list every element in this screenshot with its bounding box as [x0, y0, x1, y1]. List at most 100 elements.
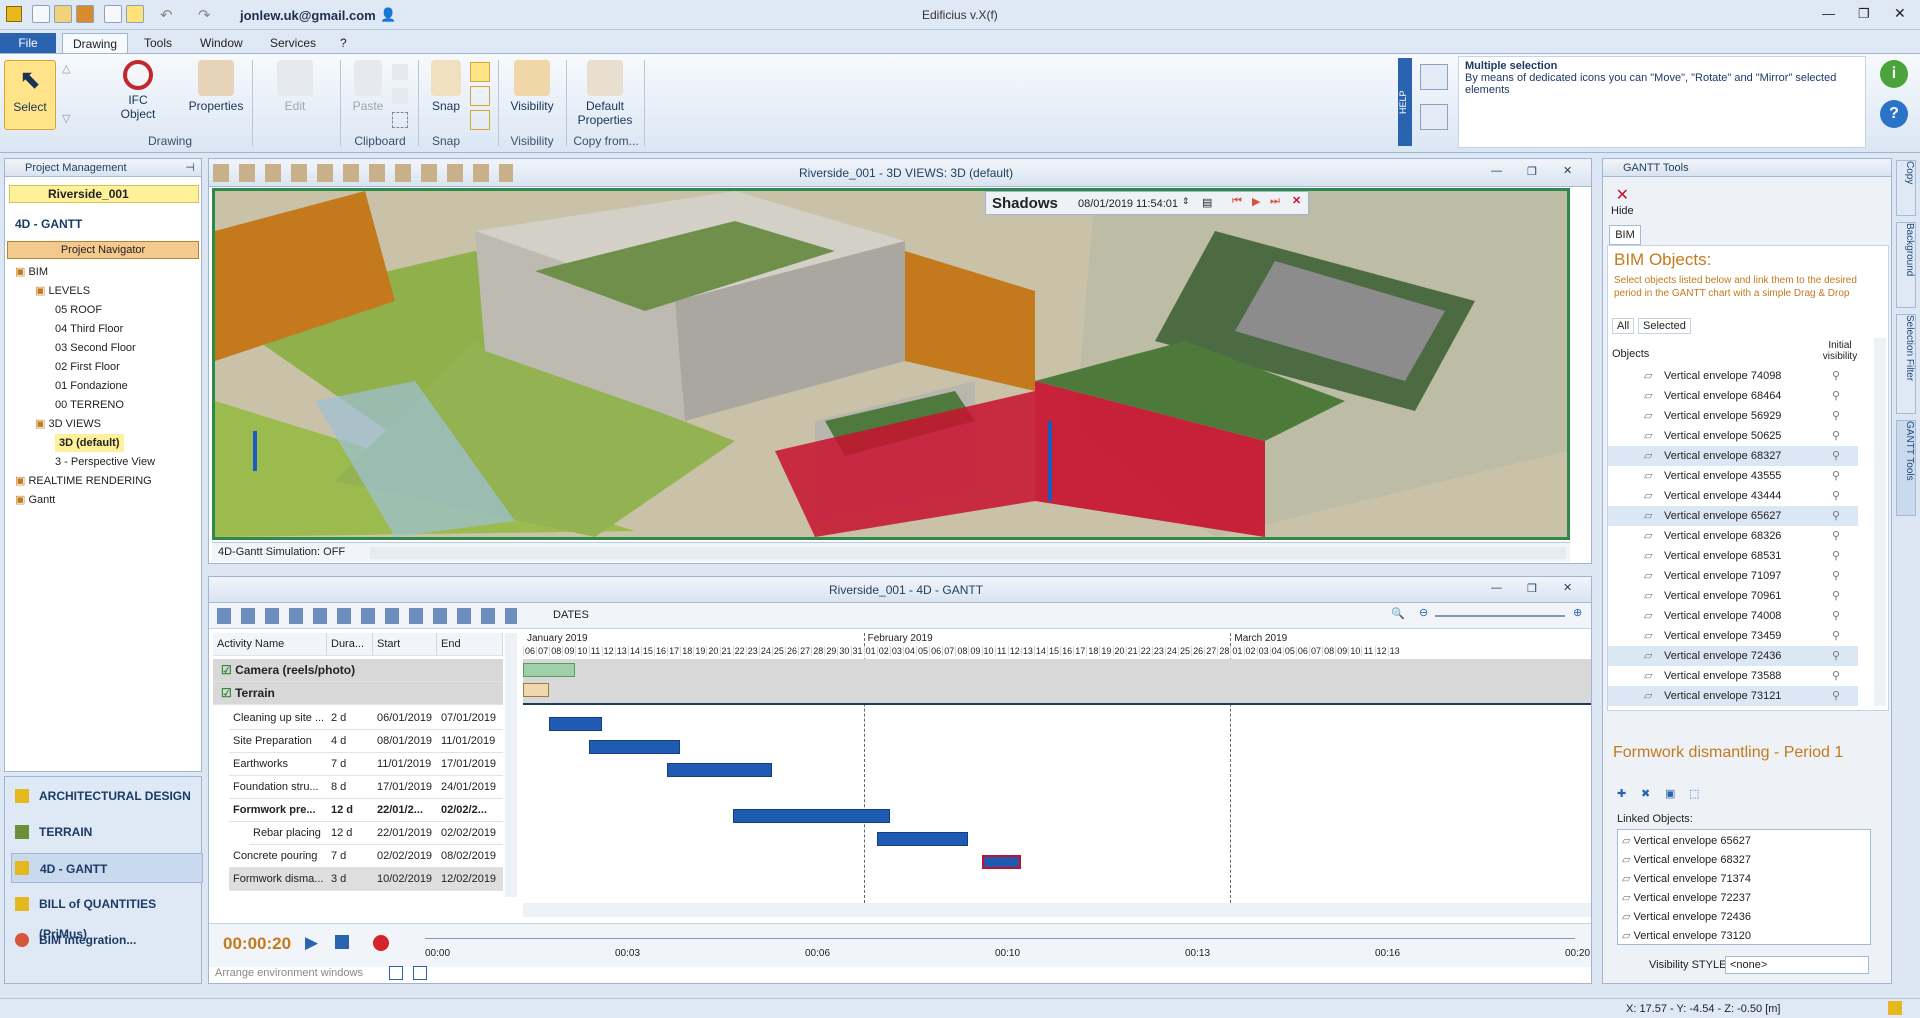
task-cell[interactable]: 7 d [327, 753, 373, 776]
help-tab[interactable]: HELP [1398, 58, 1412, 146]
vtab-gantt-tools[interactable]: GANTT Tools [1896, 420, 1916, 516]
task-cell[interactable]: 17/01/2019 [373, 776, 437, 799]
nav-bim-integration[interactable]: BIM integration... [11, 925, 203, 955]
ifc-object-button[interactable]: IFC Object [112, 60, 164, 121]
visibility-style-select[interactable]: <none> [1725, 956, 1869, 974]
task-cell[interactable]: 2 d [327, 707, 373, 730]
menu-file[interactable]: File [0, 33, 56, 53]
tree-item[interactable]: 02 First Floor [55, 358, 120, 376]
edit-button[interactable]: Edit [266, 60, 324, 113]
task-cell[interactable]: 02/02/2019 [437, 822, 503, 845]
tree-item[interactable]: ▣ Gantt [15, 491, 55, 509]
3d-viewport[interactable]: Shadows 08/01/2019 11:54:01 ⇕ ▤ ⏮ ▶ ⏭ ✕ [212, 188, 1570, 540]
nav-terrain[interactable]: TERRAIN [11, 817, 203, 847]
zoom-search-icon[interactable]: 🔍 [1391, 607, 1405, 620]
v-scrollbar[interactable] [505, 633, 517, 897]
link-select-icon[interactable]: ▣ [1665, 787, 1675, 800]
menu-window[interactable]: Window [190, 33, 253, 53]
task-cell[interactable]: Earthworks [229, 753, 327, 776]
visibility-bulb-icon[interactable]: ⚲ [1832, 626, 1840, 646]
view-restore[interactable]: ❐ [1527, 165, 1537, 178]
link-remove-icon[interactable]: ✖ [1641, 787, 1650, 800]
visibility-bulb-icon[interactable]: ⚲ [1832, 366, 1840, 386]
task-cell[interactable]: 08/02/2019 [437, 845, 503, 868]
camera-bar[interactable] [523, 663, 576, 677]
dates-dropdown[interactable]: DATES [553, 609, 589, 621]
visibility-bulb-icon[interactable]: ⚲ [1832, 646, 1840, 666]
checkbox-icon[interactable]: ☑ [221, 686, 235, 700]
tree-item[interactable]: 01 Fondazione [55, 377, 128, 395]
column-header[interactable]: Dura... [327, 633, 373, 656]
cut-icon[interactable] [392, 88, 408, 104]
tree-item[interactable]: 3D (default) [55, 434, 124, 452]
tree-item[interactable]: ▣ BIM [15, 263, 48, 281]
stop-button[interactable] [335, 935, 349, 949]
task-cell[interactable]: 12/02/2019 [437, 868, 503, 891]
checkbox-icon[interactable]: ☑ [221, 663, 235, 677]
tree-item[interactable]: ▣ REALTIME RENDERING [15, 472, 152, 490]
gantt-close[interactable]: ✕ [1563, 581, 1572, 594]
info-icon[interactable]: i [1880, 60, 1908, 88]
visibility-bulb-icon[interactable]: ⚲ [1832, 486, 1840, 506]
gantt-tool-icons[interactable] [217, 608, 517, 624]
menu-tools[interactable]: Tools [134, 33, 182, 53]
task-cell[interactable]: Formwork disma... [229, 868, 327, 891]
bim-object-row[interactable]: ▱ Vertical envelope 43555 ⚲ [1608, 466, 1858, 486]
bim-object-row[interactable]: ▱ Vertical envelope 56929 ⚲ [1608, 406, 1858, 426]
linked-object-row[interactable]: ▱ Vertical envelope 65627 [1618, 832, 1868, 851]
close-button[interactable]: ✕ [1894, 5, 1906, 22]
tree-item[interactable]: 04 Third Floor [55, 320, 123, 338]
task-cell[interactable]: Cleaning up site ... [229, 707, 327, 730]
default-properties-button[interactable]: Default Properties [572, 60, 638, 127]
redo-icon[interactable]: ↷ [198, 6, 211, 24]
open-icon[interactable] [54, 5, 72, 23]
bim-object-row[interactable]: ▱ Vertical envelope 71097 ⚲ [1608, 566, 1858, 586]
nav-architectural-design[interactable]: ARCHITECTURAL DESIGN [11, 781, 203, 811]
vtab-copy[interactable]: Copy [1896, 160, 1916, 216]
tree-item[interactable]: ▣ 3D VIEWS [35, 415, 101, 433]
linked-object-row[interactable]: ▱ Vertical envelope 73120 [1618, 927, 1868, 944]
task-cell[interactable]: 4 d [327, 730, 373, 753]
snap-endpoint-icon[interactable] [470, 62, 490, 82]
task-cell[interactable]: 12 d [327, 822, 373, 845]
objects-scrollbar[interactable] [1874, 338, 1886, 706]
bim-object-row[interactable]: ▱ Vertical envelope 73588 ⚲ [1608, 666, 1858, 686]
vtab-selection-filter[interactable]: Selection Filter [1896, 314, 1916, 414]
play-icon[interactable]: ▶ [1252, 195, 1260, 208]
user-icon[interactable]: 👤 [380, 7, 396, 23]
view-close[interactable]: ✕ [1563, 164, 1572, 177]
column-header[interactable]: Activity Name [213, 633, 327, 656]
project-name[interactable]: Riverside_001 [9, 185, 199, 203]
task-cell[interactable]: 07/01/2019 [437, 707, 503, 730]
select-all-icon[interactable] [392, 112, 408, 128]
linked-object-row[interactable]: ▱ Vertical envelope 72237 [1618, 889, 1868, 908]
record-button[interactable] [373, 935, 389, 951]
save-icon[interactable] [76, 5, 94, 23]
task-cell[interactable]: 06/01/2019 [373, 707, 437, 730]
task-cell[interactable]: 22/01/2... [373, 799, 437, 822]
bim-object-row[interactable]: ▱ Vertical envelope 43444 ⚲ [1608, 486, 1858, 506]
task-cell[interactable]: 08/01/2019 [373, 730, 437, 753]
visibility-bulb-icon[interactable]: ⚲ [1832, 386, 1840, 406]
help-topic-icon[interactable] [1420, 64, 1448, 90]
task-cell[interactable]: 02/02/2019 [373, 845, 437, 868]
visibility-button[interactable]: Visibility [504, 60, 560, 113]
pin-icon[interactable]: ⊣ [185, 159, 195, 177]
time-track[interactable] [425, 938, 1575, 939]
tab-bim[interactable]: BIM [1609, 225, 1641, 245]
visibility-bulb-icon[interactable]: ⚲ [1832, 426, 1840, 446]
status-icon[interactable] [1888, 1001, 1902, 1015]
task-cell[interactable]: Site Preparation [229, 730, 327, 753]
column-header[interactable]: End [437, 633, 503, 656]
linked-object-row[interactable]: ▱ Vertical envelope 72436 [1618, 908, 1868, 927]
vtab-background[interactable]: Background [1896, 222, 1916, 308]
task-cell[interactable]: Formwork pre... [229, 799, 327, 822]
link-add-icon[interactable]: ✚ [1617, 787, 1626, 800]
visibility-bulb-icon[interactable]: ⚲ [1832, 406, 1840, 426]
select-button[interactable]: ⬉ Select [4, 60, 56, 130]
group-row[interactable]: ☑ Terrain [213, 682, 503, 705]
task-cell[interactable]: 8 d [327, 776, 373, 799]
task-cell[interactable]: Foundation stru... [229, 776, 327, 799]
pointer-icon[interactable] [126, 5, 144, 23]
filter-selected[interactable]: Selected [1638, 318, 1691, 334]
